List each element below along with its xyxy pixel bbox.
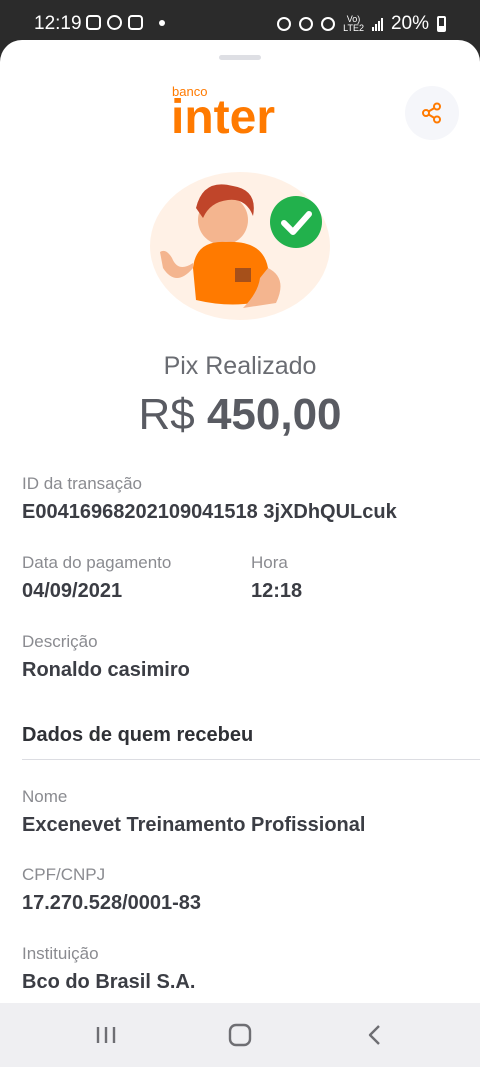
- receipt-sheet: banco inter Pix Realizado R$ 450,00 ID d…: [0, 40, 480, 1003]
- receiver-institution-value: Bco do Brasil S.A.: [22, 971, 196, 993]
- receiver-section-title: Dados de quem recebeu: [22, 724, 254, 746]
- receiver-name-value: Excenevet Treinamento Profissional: [22, 814, 366, 836]
- battery-icon: [437, 16, 446, 32]
- share-button[interactable]: [405, 86, 459, 140]
- back-icon: [368, 1025, 380, 1045]
- success-illustration: [150, 172, 330, 320]
- volte-indicator: Vo) LTE2: [343, 14, 364, 33]
- receiver-name-label: Nome: [22, 787, 68, 806]
- notification-icons: [86, 15, 165, 30]
- section-divider: [22, 759, 480, 760]
- battery-percent: 20%: [390, 13, 429, 34]
- description-label: Descrição: [22, 632, 98, 651]
- back-button[interactable]: [335, 1003, 415, 1067]
- whatsapp-icon: [107, 15, 122, 30]
- receiver-institution-label: Instituição: [22, 944, 99, 963]
- status-time: 12:19: [34, 13, 82, 34]
- brand-logo: banco inter: [171, 84, 311, 144]
- home-icon: [228, 1023, 252, 1047]
- amount-value: 450,00: [206, 390, 342, 439]
- payment-date-label: Data do pagamento: [22, 553, 172, 572]
- pix-status-title: Pix Realizado: [163, 352, 317, 380]
- messages-icon: [128, 15, 143, 30]
- alarm-icon: [277, 17, 292, 31]
- receiver-doc-value: 17.270.528/0001-83: [22, 892, 202, 914]
- payment-time-value: 12:18: [251, 580, 303, 602]
- transaction-id-value: E00416968202109041518 3jXDhQULcuk: [22, 501, 397, 523]
- receiver-doc-label: CPF/CNPJ: [22, 865, 106, 884]
- system-icons: Vo) LTE2 20%: [277, 13, 446, 35]
- signal-icon: [371, 17, 383, 31]
- payment-date-value: 04/09/2021: [22, 580, 123, 602]
- brand-large: inter: [171, 91, 276, 144]
- currency: R$: [138, 390, 195, 439]
- share-icon: [422, 102, 441, 124]
- home-button[interactable]: [200, 1003, 280, 1067]
- transaction-id-label: ID da transação: [22, 474, 143, 493]
- description-value: Ronaldo casimiro: [22, 659, 190, 681]
- android-nav-bar: [0, 1003, 480, 1067]
- mute-icon: [299, 17, 314, 31]
- wifi-icon: [321, 17, 336, 31]
- more-notifications-icon: [159, 19, 165, 26]
- drag-handle[interactable]: [219, 55, 261, 60]
- payment-time-label: Hora: [251, 553, 288, 572]
- recents-button[interactable]: [66, 1003, 146, 1067]
- instagram-icon: [86, 15, 101, 30]
- recents-icon: [96, 1027, 116, 1043]
- amount: R$ 450,00: [0, 390, 480, 440]
